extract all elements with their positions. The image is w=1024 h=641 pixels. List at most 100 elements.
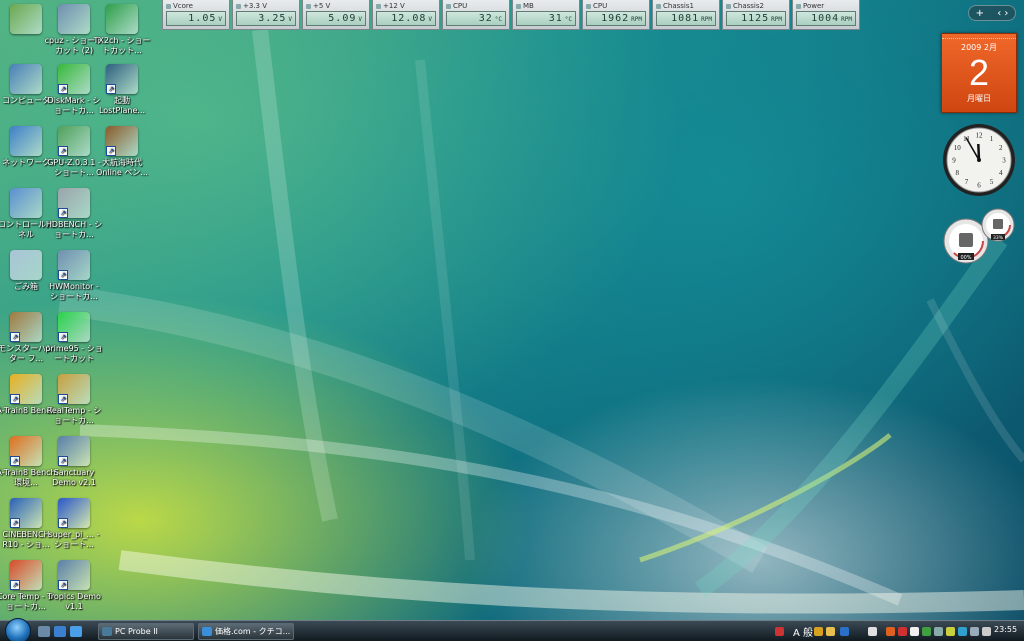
tray-app-icon-2[interactable] — [898, 627, 907, 636]
super-pi-icon: ↗ — [58, 498, 90, 528]
ram-readout: 33% — [993, 235, 1004, 241]
user-folder-icon — [10, 4, 42, 34]
taskbar-clock[interactable]: 23:55 — [994, 625, 1017, 634]
sensor-value: 5.09 — [328, 13, 357, 24]
sensor-value: 32 — [478, 13, 493, 24]
sensor-lcd: 5.09 V — [306, 11, 366, 26]
realtemp-icon: ↗ — [58, 374, 90, 404]
tray-app-icon-6[interactable] — [946, 627, 955, 636]
ime-indicator[interactable]: A 般 — [793, 624, 813, 639]
lost-planet-icon: ↗ — [106, 64, 138, 94]
desktop-icon-14[interactable]: ↗ prime95 - ショートカット — [44, 312, 104, 364]
sensor-value: 1962 — [601, 13, 630, 24]
desktop-icon-10[interactable]: ↗ HDBENCH - ショートカ... — [44, 188, 104, 240]
clock-numeral: 5 — [990, 178, 994, 186]
clock-gadget[interactable]: 123456789101112 — [941, 122, 1017, 198]
ime-mode-icon[interactable] — [814, 627, 823, 636]
sensor-name: +3.3 V — [243, 2, 268, 10]
sensor-value: 1081 — [671, 13, 700, 24]
desktop-icon-label: TX2ch - ショートカット... — [93, 36, 151, 55]
desktop-icon-2[interactable]: TX2ch - ショートカット... — [92, 4, 152, 56]
control-panel-icon — [10, 188, 42, 218]
sidebar-controls[interactable]: + ‹ › — [968, 5, 1016, 21]
sensor-lcd: 3.25 V — [236, 11, 296, 26]
sidebar-nav-arrows[interactable]: ‹ › — [997, 8, 1008, 19]
shortcut-arrow-icon: ↗ — [58, 332, 68, 342]
sensor-icon — [236, 3, 241, 9]
shortcut-arrow-icon: ↗ — [10, 456, 20, 466]
clock-numeral: 10 — [954, 144, 962, 152]
sensor-icon — [306, 3, 311, 9]
desktop-icon-16[interactable]: ↗ RealTemp - ショートカ... — [44, 374, 104, 426]
cpuz-icon — [58, 4, 90, 34]
ime-dictionary-icon[interactable] — [826, 627, 835, 636]
tray-app-icon-5[interactable] — [934, 627, 943, 636]
cpu-meter-gadget[interactable]: 00% 33% — [940, 207, 1018, 265]
tray-app-icon-1[interactable] — [886, 627, 895, 636]
sensor-lcd: 12.08 V — [376, 11, 436, 26]
shortcut-arrow-icon: ↗ — [106, 146, 116, 156]
sensor-9: Power 1004 RPM — [792, 0, 860, 30]
shortcut-arrow-icon: ↗ — [10, 332, 20, 342]
clock-numeral: 7 — [965, 178, 969, 186]
sensor-name: Power — [803, 2, 825, 10]
sensor-label: Vcore — [166, 1, 226, 11]
shortcut-arrow-icon: ↗ — [58, 518, 68, 528]
start-button[interactable] — [5, 618, 31, 641]
desktop-icon-5[interactable]: ↗ 起動 LostPlane... — [92, 64, 152, 116]
desktop-icon-22[interactable]: ↗ Tropics Demo v1.1 — [44, 560, 104, 612]
sensor-3: +12 V 12.08 V — [372, 0, 440, 30]
switch-windows-icon[interactable] — [54, 626, 66, 637]
diskmark-icon: ↗ — [58, 64, 90, 94]
desktop-icon-label: RealTemp - ショートカ... — [46, 406, 102, 425]
sensor-name: +12 V — [383, 2, 405, 10]
desktop-icon-12[interactable]: ↗ HWMonitor - ショートカ... — [44, 250, 104, 302]
network-tray-icon[interactable] — [970, 627, 979, 636]
sensor-lcd: 32 °C — [446, 11, 506, 26]
ime-options-icon[interactable] — [868, 627, 877, 636]
sensor-icon — [586, 3, 591, 9]
wallpaper — [58, 29, 1024, 614]
sensor-label: CPU — [586, 1, 646, 11]
sensor-value: 31 — [548, 13, 563, 24]
tropics-icon: ↗ — [58, 560, 90, 590]
tray-app-icon-3[interactable] — [910, 627, 919, 636]
calendar-weekday: 月曜日 — [967, 94, 991, 103]
desktop-icon-label: Tropics Demo v1.1 — [47, 592, 101, 611]
recycle-bin-icon — [10, 250, 42, 280]
sensor-2: +5 V 5.09 V — [302, 0, 370, 30]
sensor-name: CPU — [453, 2, 468, 10]
taskbar-button-1[interactable]: 価格.com - クチコ... — [198, 623, 294, 640]
tray-app-icon-7[interactable] — [958, 627, 967, 636]
sensor-8: Chassis2 1125 RPM — [722, 0, 790, 30]
shortcut-arrow-icon: ↗ — [10, 580, 20, 590]
internet-explorer-icon[interactable] — [70, 626, 82, 637]
sensor-name: Chassis1 — [663, 2, 694, 10]
prime95-icon: ↗ — [58, 312, 90, 342]
volume-tray-icon[interactable] — [982, 627, 991, 636]
desktop-icon-label: 大航海時代 Online ペン... — [96, 158, 148, 177]
desktop-icon-20[interactable]: ↗ super_pi_... - ショート... — [44, 498, 104, 550]
sensor-unit: RPM — [631, 16, 642, 23]
sensor-unit: V — [218, 16, 222, 23]
desktop-icon-label: super_pi_... - ショート... — [48, 530, 100, 549]
sensor-unit: RPM — [701, 16, 712, 23]
sensor-value: 12.08 — [391, 13, 427, 24]
tray-app-icon-4[interactable] — [922, 627, 931, 636]
sensor-0: Vcore 1.05 V — [162, 0, 230, 30]
shortcut-arrow-icon: ↗ — [58, 84, 68, 94]
calendar-gadget[interactable]: 2009 2月 2 月曜日 — [941, 33, 1017, 113]
desktop-icon-label: HDBENCH - ショートカ... — [45, 220, 103, 239]
show-desktop-icon[interactable] — [38, 626, 50, 637]
clock-numeral: 2 — [999, 144, 1003, 152]
add-gadget-button[interactable]: + — [976, 8, 984, 19]
desktop-icon-18[interactable]: ↗ Sanctuary Demo v2.1 — [44, 436, 104, 488]
tray-alert-icon[interactable] — [775, 627, 784, 636]
sensor-unit: V — [288, 16, 292, 23]
sensor-value: 1125 — [741, 13, 770, 24]
taskbar-button-0[interactable]: PC Probe II — [98, 623, 194, 640]
ime-help-icon[interactable] — [840, 627, 849, 636]
shortcut-arrow-icon: ↗ — [10, 394, 20, 404]
clock-numeral: 6 — [977, 182, 981, 190]
desktop-icon-8[interactable]: ↗ 大航海時代 Online ペン... — [92, 126, 152, 178]
